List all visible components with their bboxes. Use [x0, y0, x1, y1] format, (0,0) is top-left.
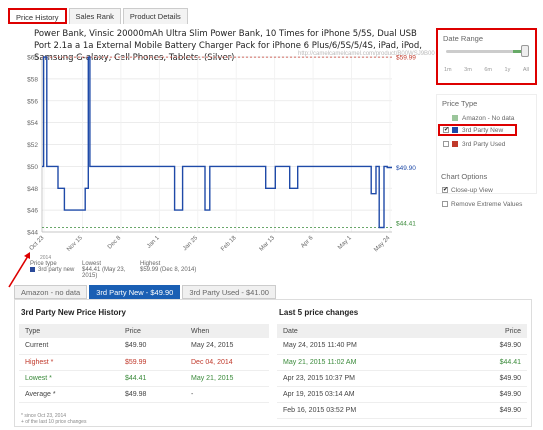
- history-cell-price: $49.90: [119, 338, 185, 355]
- history-cell-type: Average *: [19, 386, 119, 403]
- date-range-title: Date Range: [443, 34, 484, 43]
- chart-options-title: Chart Options: [441, 172, 488, 181]
- price-type-amazon[interactable]: Amazon - No data: [443, 113, 514, 123]
- stats-series-label: 3rd party new: [38, 267, 75, 274]
- price-type-3rd-new-checkbox[interactable]: ✔: [443, 127, 449, 133]
- stats-highest: $59.99 (Dec 8, 2014): [140, 267, 197, 273]
- x-tick-label: Nov 15: [66, 235, 84, 253]
- changes-header-row: Date Price: [277, 324, 527, 338]
- x-tick-label: Dec 8: [107, 235, 123, 251]
- table-row: May 21, 2015 11:02 AM $44.41: [277, 354, 527, 371]
- history-cell-price: $49.98: [119, 386, 185, 403]
- history-table: Type Price When Current $49.90 May 24, 201…: [19, 324, 269, 403]
- changes-cell-date: May 24, 2015 11:40 PM: [277, 338, 457, 355]
- date-range-slider[interactable]: [446, 45, 529, 57]
- range-3m[interactable]: 3m: [464, 67, 472, 73]
- x-tick-label: Apr 6: [300, 235, 315, 250]
- option-close-up[interactable]: ✔ Close-up View: [442, 185, 493, 195]
- changes-cell-date: Feb 16, 2015 03:52 PM: [277, 402, 457, 419]
- tab-3rd-party-used[interactable]: 3rd Party Used - $41.00: [182, 285, 276, 299]
- close-up-checkbox[interactable]: ✔: [442, 187, 448, 193]
- changes-cell-price: $49.90: [456, 338, 527, 355]
- range-1m[interactable]: 1m: [444, 67, 452, 73]
- table-row: Average * $49.98-: [19, 386, 269, 403]
- changes-cell-date: Apr 23, 2015 10:37 PM: [277, 370, 457, 387]
- history-cell-when: May 24, 2015: [185, 338, 269, 355]
- price-type-3rd-new-label: 3rd Party New: [462, 126, 504, 134]
- table-row: Apr 19, 2015 03:14 AM $49.90: [277, 386, 527, 403]
- changes-header-date: Date: [277, 324, 457, 338]
- history-cell-when: May 21, 2015: [185, 370, 269, 387]
- table-row: Apr 23, 2015 10:37 PM $49.90: [277, 370, 527, 387]
- range-all[interactable]: All: [523, 67, 529, 73]
- history-title: 3rd Party New Price History: [21, 308, 126, 317]
- x-tick-label: Feb 18: [220, 235, 238, 253]
- changes-header-price: Price: [456, 324, 527, 338]
- amazon-swatch: [452, 115, 458, 121]
- option-remove-extreme-label: Remove Extreme Values: [451, 200, 523, 208]
- changes-cell-date: Apr 19, 2015 03:14 AM: [277, 386, 457, 403]
- chart-stats: Price type Lowest Highest 3rd party new …: [30, 261, 230, 279]
- history-cell-when: Dec 04, 2014: [185, 354, 269, 371]
- x-tick-label: Mar 13: [259, 235, 277, 253]
- history-header-row: Type Price When: [19, 324, 269, 338]
- changes-cell-date: May 21, 2015 11:02 AM: [277, 354, 457, 371]
- range-1y[interactable]: 1y: [505, 67, 511, 73]
- table-row: Lowest * $44.41 May 21, 2015: [19, 370, 269, 387]
- price-type-title: Price Type: [442, 99, 478, 108]
- chart-options-panel: Chart Options ✔ Close-up View Remove Ext…: [436, 168, 537, 218]
- changes-cell-price: $44.41: [456, 354, 527, 371]
- price-type-3rd-new[interactable]: ✔ 3rd Party New: [443, 125, 503, 135]
- changes-title: Last 5 price changes: [279, 308, 359, 317]
- option-close-up-label: Close-up View: [451, 186, 493, 194]
- series-line-3rd-party-new: [42, 56, 392, 229]
- price-type-amazon-label: Amazon - No data: [462, 114, 515, 122]
- history-cell-when: -: [185, 386, 269, 403]
- history-header-type: Type: [19, 324, 119, 338]
- current-label: $49.90: [396, 165, 416, 172]
- range-6m[interactable]: 6m: [484, 67, 492, 73]
- 3rd-used-swatch: [452, 141, 458, 147]
- remove-extreme-checkbox[interactable]: [442, 201, 448, 207]
- date-range-labels: 1m 3m 6m 1y All: [444, 67, 529, 73]
- changes-cell-price: $49.90: [456, 402, 527, 419]
- history-cell-type: Highest *: [19, 354, 119, 371]
- date-range-panel: Date Range 1m 3m 6m 1y All: [436, 28, 537, 85]
- changes-table: Date Price May 24, 2015 11:40 PM $49.90 Ma…: [277, 324, 527, 419]
- x-tick-label: Jan 1: [146, 235, 161, 250]
- x-tick-label: May 1: [337, 235, 353, 251]
- history-header-price: Price: [119, 324, 185, 338]
- history-cell-type: Current: [19, 338, 119, 355]
- price-history-panel: 3rd Party New Price History Type Price W…: [14, 299, 532, 427]
- history-cell-price: $44.41: [119, 370, 185, 387]
- table-row: May 24, 2015 11:40 PM $49.90: [277, 338, 527, 355]
- tab-amazon[interactable]: Amazon - no data: [14, 285, 88, 299]
- x-tick-label: Jan 25: [182, 235, 199, 252]
- annotation-arrow: [8, 252, 30, 288]
- history-cell-price: $59.99: [119, 354, 185, 371]
- highest-label: $59.99: [396, 55, 416, 62]
- table-row: Highest * $59.99 Dec 04, 2014: [19, 354, 269, 371]
- history-header-when: When: [185, 324, 269, 338]
- changes-cell-price: $49.90: [456, 370, 527, 387]
- option-remove-extreme[interactable]: Remove Extreme Values: [442, 199, 522, 209]
- history-footnote: * since Oct 23, 2014 + of the last 10 pr…: [21, 413, 86, 425]
- price-type-tabs: Amazon - no data 3rd Party New - $49.90 …: [14, 285, 278, 299]
- price-type-3rd-used-checkbox[interactable]: [443, 141, 449, 147]
- price-type-3rd-used[interactable]: 3rd Party Used: [443, 139, 505, 149]
- price-type-3rd-used-label: 3rd Party Used: [462, 140, 506, 148]
- table-row: Feb 16, 2015 03:52 PM $49.90: [277, 402, 527, 419]
- x-tick-label: May 24: [373, 235, 392, 254]
- 3rd-new-swatch: [452, 127, 458, 133]
- lowest-label: $44.41: [396, 221, 416, 228]
- changes-cell-price: $49.90: [456, 386, 527, 403]
- stats-lowest: $44.41 (May 23, 2015): [82, 267, 126, 279]
- date-range-handle[interactable]: [521, 45, 529, 57]
- footnote-last10: + of the last 10 price changes: [21, 419, 87, 425]
- history-cell-type: Lowest *: [19, 370, 119, 387]
- price-history-chart: $60$58$56$54$52$50$48$46$44Oct 23 Nov 15 D…: [27, 55, 416, 262]
- tab-3rd-party-new[interactable]: 3rd Party New - $49.90: [89, 285, 181, 299]
- table-row: Current $49.90 May 24, 2015: [19, 338, 269, 355]
